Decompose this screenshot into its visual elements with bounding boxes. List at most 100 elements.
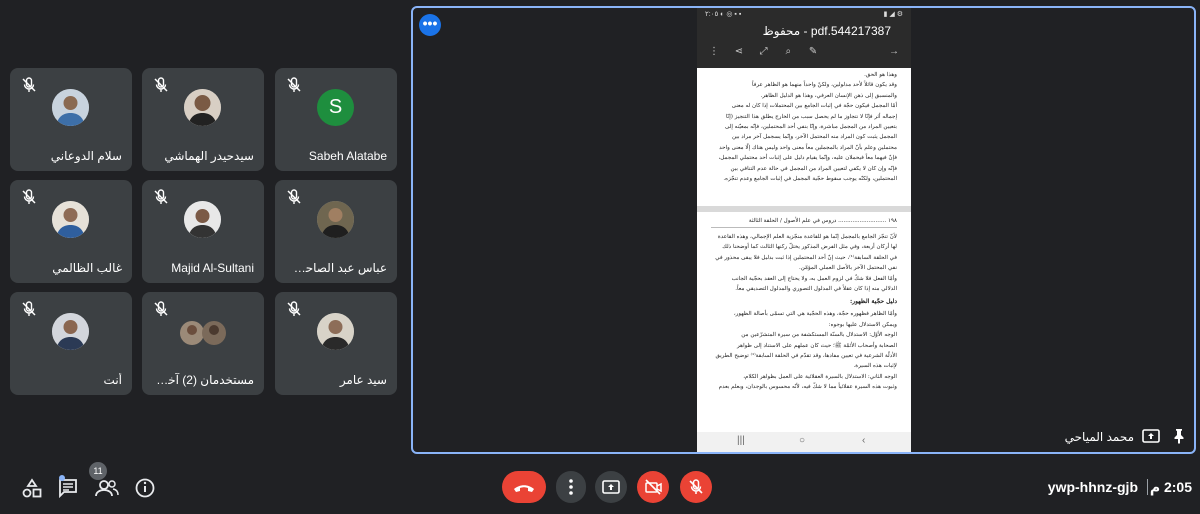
more-vert-icon [569,479,573,495]
pdf-line: فإنّ فيهما معاً فيحملان عليه، وإنّما يقي… [718,155,897,162]
meeting-code: ywp-hhnz-gjb [1047,479,1138,495]
pdf-line: أمّا المجمل فيكون حجّة في إثبات الجامع ب… [731,103,897,110]
participant-name: سيدحيدر الهماشي [164,149,254,163]
pdf-line: وأمّا الفعل فلا شكّ في لزوم العمل به، ول… [731,275,897,282]
presenter-name: محمد المياحي [1064,430,1134,444]
participant-tile-self[interactable]: أنت [10,292,132,395]
meeting-clock: 2:05 م [1149,479,1192,495]
pdf-line: المحتملين، ولكنّه يوجب سقوط حجّية المجمل… [723,176,897,183]
camera-off-icon [645,479,662,495]
shared-phone-screen: ۲:۰٥ ◐ ◎ ▪ ▪ ▮ ◢ ⚙ 544217387.pdf - محفوظ… [697,8,911,452]
mic-off-icon [287,77,301,92]
pdf-line: بتعيين المراد من المجمل مباشرة، وإنّا بن… [724,124,897,131]
participant-name: عباس عبد الصاحب الركابي [283,261,387,275]
avatar [52,201,89,238]
more-options-button[interactable] [556,471,586,503]
pdf-line: نفي المحتمل الآخر بالأصل العملي المؤمّن. [798,265,897,272]
mic-off-icon [287,301,301,316]
pdf-line: لإثبات هذه السيرة. [853,363,897,370]
pdf-page-2: ١٩٨ ........................... دروس في … [697,218,911,432]
avatar [317,201,354,238]
pdf-line: محتملين وعلم بأنّ المراد بالمجملين معاً … [719,144,897,151]
home-button[interactable]: ○ [799,435,805,446]
avatar [52,313,89,350]
mic-off-icon [154,77,168,92]
pdf-line: إجماله أثر فإنّا لا نتجاوز ما لم يحصل سب… [725,113,897,120]
participant-tile[interactable]: سيد عامر [275,292,397,395]
pdf-line: ويمكن الاستدلال عليها بوجوه: [828,321,897,328]
screen-share-panel[interactable]: ••• ۲:۰٥ ◐ ◎ ▪ ▪ ▮ ◢ ⚙ 544217387.pdf - م… [411,6,1196,454]
leave-call-button[interactable] [502,471,546,503]
mic-off-icon [154,189,168,204]
pdf-line: الوجه الثاني: الاستدلال بالسيرة العقلائي… [743,373,897,380]
avatar [52,89,89,126]
section-heading: دليل حجّية الظهور: [849,298,897,306]
activities-icon[interactable] [18,474,46,502]
participant-tile[interactable]: غالب الظالمي [10,180,132,283]
pdf-page-1: وهذا هو الحق. وقد يكون قائلاً لأحد مدلول… [697,70,911,206]
participant-tile[interactable]: عباس عبد الصاحب الركابي [275,180,397,283]
pdf-line: وهذا هو الحق. [864,72,897,78]
pdf-line: وثبوت هذه السيرة عقلائياً مما لا شكّ فيه… [718,384,897,391]
pdf-line: الأدلّة الشرعية في تعيين مفادها، وقد تقد… [715,353,897,360]
status-right: ▮ ◢ ⚙ [883,11,903,18]
status-bar: ۲:۰٥ ◐ ◎ ▪ ▪ ▮ ◢ ⚙ [697,10,911,20]
participant-name: سيد عامر [339,373,387,387]
avatar [184,201,221,238]
page-separator [697,206,911,212]
participant-name: سلام الدوعاني [50,149,122,163]
avatar [184,89,221,126]
info-icon[interactable] [131,474,159,502]
pdf-line: الدلالي منه إذا كان عقلاً في المدلول الت… [735,286,897,293]
presenting-icon [1142,429,1160,443]
participants-count-badge: 11 [89,462,107,480]
pdf-line: الصحابة وأصحاب الأئمّة ﷺ؛ حيث كان عملهم … [737,342,897,349]
participant-tile[interactable]: سلام الدوعاني [10,68,132,171]
mic-off-icon [689,479,703,494]
participant-tile[interactable]: Majid Al-Sultani [142,180,264,283]
participant-tile-others[interactable]: مستخدمان (2) آخران [142,292,264,395]
pdf-line: المجمل يثبت كون المراد منه المحتمل الآخر… [732,134,897,141]
pdf-line: الوجه الأوّل: الاستدلال بالسنّة المستكشف… [741,332,897,339]
more-options-icon[interactable]: ••• [419,14,441,36]
pin-icon[interactable] [1172,428,1186,444]
avatar [317,313,354,350]
participant-name: Majid Al-Sultani [171,261,254,275]
forward-icon[interactable]: → [883,46,905,57]
running-head: ١٩٨ ........................... دروس في … [711,218,897,228]
mic-toggle-button[interactable] [680,471,712,503]
participant-name: غالب الظالمي [52,261,122,275]
divider [1147,479,1148,495]
participant-tile[interactable]: S Sabeh Alatabe [275,68,397,171]
pdf-line: لأنّ تنجّز الجامع بالمجمل إنّما هو للقاع… [717,234,897,240]
present-now-button[interactable] [595,471,627,503]
pdf-line: في الحلقة السابقة⁽¹⁾، حيث إنّ أحد المحتم… [715,254,897,261]
participant-tile[interactable]: سيدحيدر الهماشي [142,68,264,171]
mic-off-icon [154,301,168,316]
edit-icon[interactable]: ✎ [802,46,824,57]
mic-off-icon [22,77,36,92]
bottom-control-bar: 11 ywp-hhnz-gjb 2:05 م [0,462,1200,514]
pdf-line: وقد يكون قائلاً لأحد مدلولين، ولكنّ واحد… [752,82,897,89]
mic-off-icon [22,301,36,316]
participant-name: Sabeh Alatabe [308,149,387,163]
meet-window: سلام الدوعاني سيدحيدر الهماشي S Sabeh Al… [0,0,1200,514]
pdf-line: لها أركان أربعة، وفي مثل الفرض المذكور ي… [722,244,897,251]
participant-name: أنت [103,373,122,387]
pdf-line: وأمّا الظاهر فظهوره حجّة، وهذه الحجّية ه… [733,311,897,318]
back-button[interactable]: ‹ [862,435,865,446]
more-vert-icon[interactable]: ⋮ [703,46,725,57]
recents-button[interactable]: ||| [737,435,745,446]
fullscreen-icon[interactable]: ⤢ [753,46,775,57]
participant-name: مستخدمان (2) آخران [150,373,254,387]
pdf-toolbar: ⋮ ⋖ ⤢ ⌕ ✎ → [703,46,905,60]
share-icon[interactable]: ⋖ [728,46,750,57]
present-screen-icon [602,480,620,494]
search-icon[interactable]: ⌕ [777,46,799,57]
camera-toggle-button[interactable] [637,471,669,503]
status-left: ۲:۰٥ ◐ ◎ ▪ ▪ [705,11,742,18]
mic-off-icon [287,189,301,204]
document-title: 544217387.pdf - محفوظ [762,24,891,38]
call-end-icon [514,485,534,492]
android-nav-bar: ||| ○ ‹ [697,432,911,452]
